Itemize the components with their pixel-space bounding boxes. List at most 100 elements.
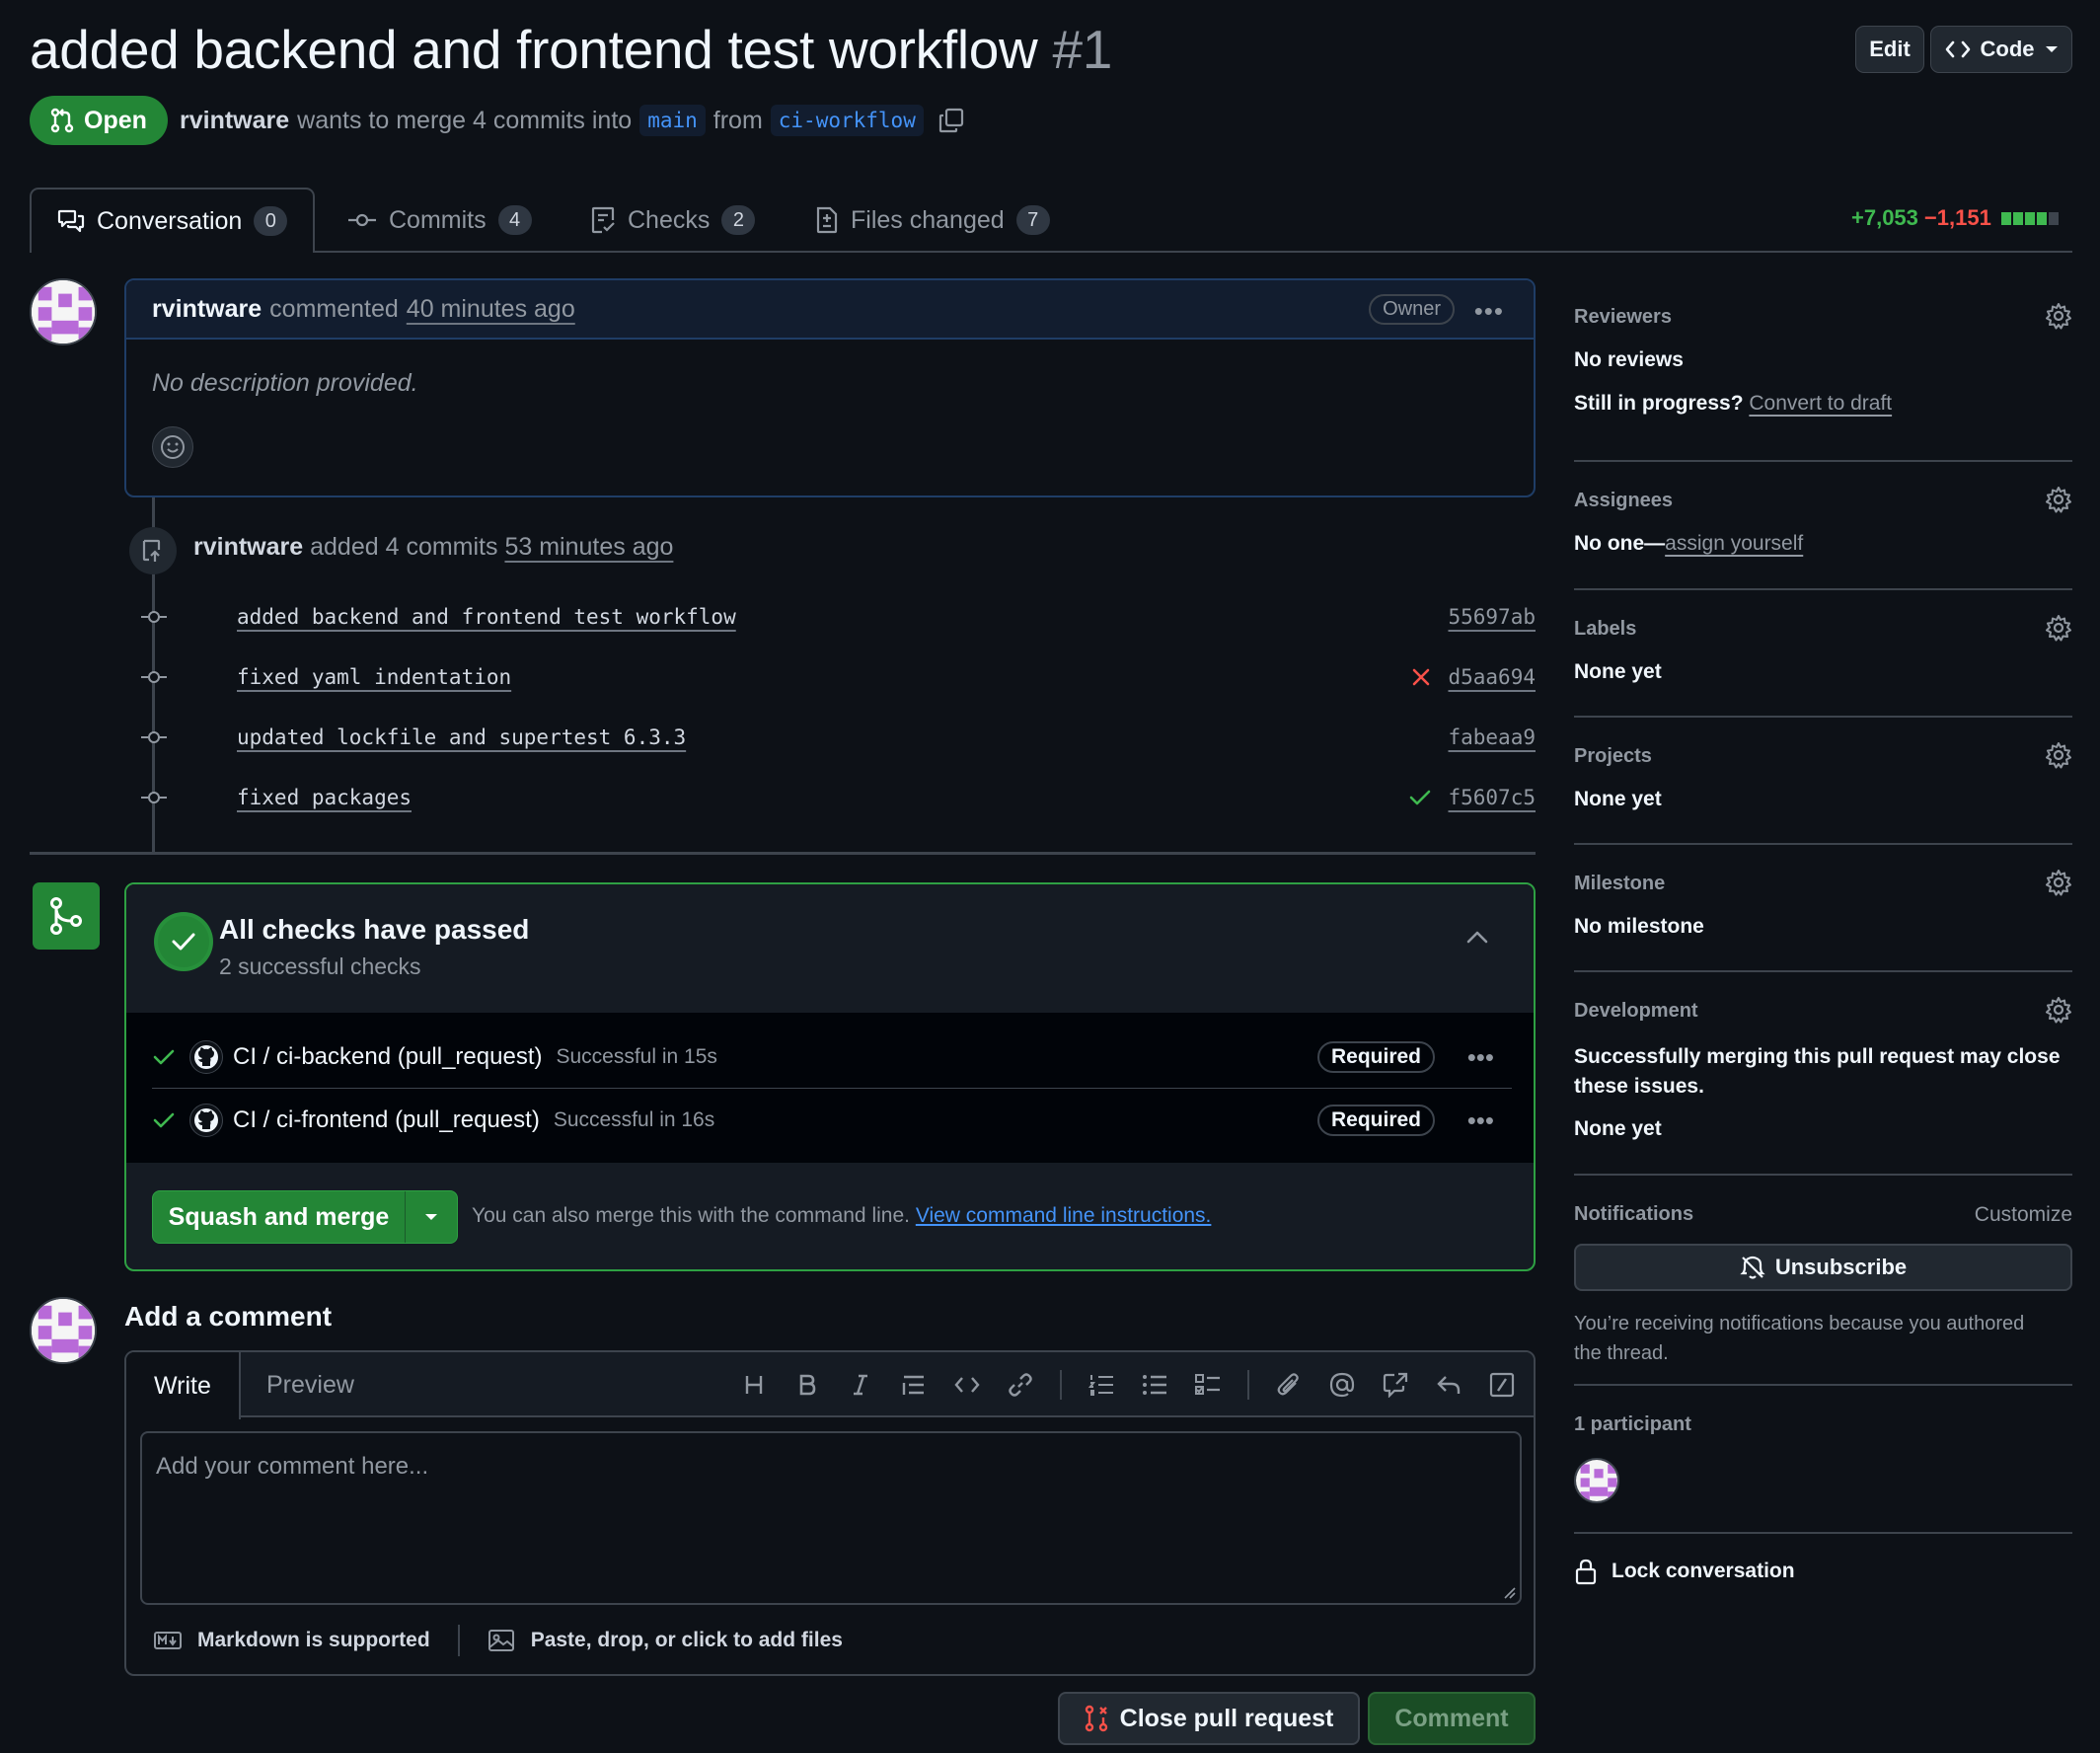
check-pass-icon[interactable] [1409, 788, 1431, 807]
tab-checks[interactable]: Checks 2 [590, 188, 756, 253]
cli-instructions-link[interactable]: View command line instructions. [916, 1204, 1212, 1227]
italic-icon[interactable] [847, 1371, 874, 1399]
heading-icon[interactable] [740, 1371, 768, 1399]
kebab-menu-icon[interactable]: ••• [1474, 296, 1504, 327]
tab-files-changed[interactable]: Files changed 7 [815, 188, 1050, 253]
code-button[interactable]: Code [1930, 26, 2072, 73]
comment-textarea[interactable]: Add your comment here... [140, 1431, 1522, 1605]
github-icon [189, 1040, 223, 1074]
comment-submit-button[interactable]: Comment [1368, 1692, 1536, 1745]
edit-button[interactable]: Edit [1855, 26, 1924, 73]
cross-reference-icon[interactable] [1382, 1371, 1409, 1399]
tab-preview[interactable]: Preview [239, 1352, 382, 1417]
check-divider [152, 1088, 1512, 1089]
copy-icon[interactable] [938, 107, 965, 134]
checks-list: CI / ci-backend (pull_request) Successfu… [126, 1013, 1534, 1163]
comment-card: rvintware commented 40 minutes ago Owner… [124, 278, 1536, 497]
gear-icon[interactable] [2045, 486, 2072, 513]
check-icon [153, 1112, 175, 1128]
progress-question: Still in progress? [1574, 392, 1744, 415]
gear-icon[interactable] [2045, 302, 2072, 330]
assign-yourself-link[interactable]: assign yourself [1665, 532, 1803, 555]
link-icon[interactable] [1007, 1371, 1034, 1399]
reply-icon[interactable] [1435, 1371, 1462, 1399]
kebab-menu-icon[interactable]: ••• [1467, 1042, 1494, 1073]
add-reaction-button[interactable] [152, 426, 193, 468]
code-icon[interactable] [953, 1371, 981, 1399]
commit-row: fixed yaml indentation d5aa694 [138, 657, 1536, 697]
comment-placeholder: Add your comment here... [156, 1453, 429, 1480]
unordered-list-icon[interactable] [1141, 1371, 1168, 1399]
slash-commands-icon[interactable] [1488, 1371, 1516, 1399]
check-name[interactable]: CI / ci-frontend (pull_request) [233, 1106, 540, 1134]
check-row[interactable]: CI / ci-backend (pull_request) Successfu… [152, 1027, 1512, 1088]
tab-write[interactable]: Write [126, 1352, 241, 1419]
merge-method-dropdown[interactable] [406, 1191, 457, 1243]
assignees-value: No one—assign yourself [1574, 532, 2072, 556]
repo-push-icon [142, 539, 161, 562]
edit-label: Edit [1869, 37, 1911, 61]
commit-sha[interactable]: 55697ab [1448, 605, 1536, 629]
gear-icon[interactable] [2045, 996, 2072, 1024]
mention-icon[interactable] [1328, 1371, 1356, 1399]
gear-icon[interactable] [2045, 614, 2072, 642]
identicon-icon [32, 1299, 95, 1362]
chevron-up-icon[interactable] [1466, 930, 1488, 944]
sidebar-divider [1574, 588, 2072, 590]
notifications-reason: You’re receiving notifications because y… [1574, 1313, 2025, 1364]
quote-icon[interactable] [900, 1371, 928, 1399]
tab-commits[interactable]: Commits 4 [347, 188, 532, 253]
participant-avatar[interactable] [1574, 1458, 1619, 1503]
identicon-icon [1576, 1460, 1617, 1501]
close-pr-label: Close pull request [1119, 1704, 1334, 1732]
cli-hint: You can also merge this with the command… [472, 1204, 1211, 1228]
checks-title: All checks have passed [219, 914, 530, 945]
assignees-none: No one— [1574, 532, 1666, 555]
add-files-link[interactable]: Paste, drop, or click to add files [531, 1629, 843, 1652]
commit-message[interactable]: updated lockfile and supertest 6.3.3 [237, 725, 686, 749]
tab-conversation[interactable]: Conversation 0 [30, 188, 316, 253]
close-pr-button[interactable]: Close pull request [1058, 1692, 1360, 1745]
x-fail-icon[interactable] [1411, 667, 1431, 687]
avatar[interactable] [30, 1297, 97, 1364]
bold-icon[interactable] [793, 1371, 821, 1399]
commit-message[interactable]: added backend and frontend test workflow [237, 605, 736, 629]
commit-message[interactable]: fixed yaml indentation [237, 665, 511, 689]
head-branch[interactable]: ci-workflow [770, 105, 924, 136]
sidebar-participants: 1 participant [1574, 1413, 2072, 1503]
commit-sha[interactable]: f5607c5 [1448, 786, 1536, 809]
comment-timestamp[interactable]: 40 minutes ago [407, 295, 575, 324]
paperclip-icon[interactable] [1275, 1371, 1303, 1399]
push-timestamp[interactable]: 53 minutes ago [504, 533, 673, 561]
base-branch[interactable]: main [639, 105, 706, 136]
task-list-icon[interactable] [1194, 1371, 1222, 1399]
convert-to-draft-link[interactable]: Convert to draft [1749, 392, 1892, 415]
author-link[interactable]: rvintware [180, 107, 289, 135]
editor-footer: Markdown is supported Paste, drop, or cl… [154, 1625, 843, 1656]
check-row[interactable]: CI / ci-frontend (pull_request) Successf… [152, 1090, 1512, 1151]
resize-handle-icon[interactable] [1502, 1585, 1516, 1599]
ordered-list-icon[interactable] [1088, 1371, 1115, 1399]
comment-author[interactable]: rvintware [152, 295, 262, 324]
kebab-menu-icon[interactable]: ••• [1467, 1105, 1494, 1136]
customize-link[interactable]: Customize [1975, 1203, 2072, 1227]
check-name[interactable]: CI / ci-backend (pull_request) [233, 1043, 542, 1071]
lock-conversation-button[interactable]: Lock conversation [1574, 1558, 2072, 1585]
gear-icon[interactable] [2045, 869, 2072, 896]
git-commit-icon [138, 667, 170, 687]
sidebar-projects: Projects None yet [1574, 742, 2072, 811]
commit-sha[interactable]: d5aa694 [1448, 665, 1536, 689]
commit-message[interactable]: fixed packages [237, 786, 412, 809]
squash-merge-button[interactable]: Squash and merge [153, 1191, 406, 1243]
gear-icon[interactable] [2045, 741, 2072, 769]
caret-down-icon [425, 1214, 437, 1220]
cli-text: You can also merge this with the command… [472, 1204, 910, 1227]
markdown-link[interactable]: Markdown is supported [197, 1629, 430, 1652]
sidebar-divider [1574, 460, 2072, 462]
unsubscribe-button[interactable]: Unsubscribe [1574, 1244, 2072, 1291]
push-author[interactable]: rvintware [193, 533, 303, 561]
commit-sha[interactable]: fabeaa9 [1448, 725, 1536, 749]
avatar[interactable] [30, 278, 97, 345]
commit-row: updated lockfile and supertest 6.3.3 fab… [138, 718, 1536, 757]
file-diff-icon [816, 206, 838, 234]
